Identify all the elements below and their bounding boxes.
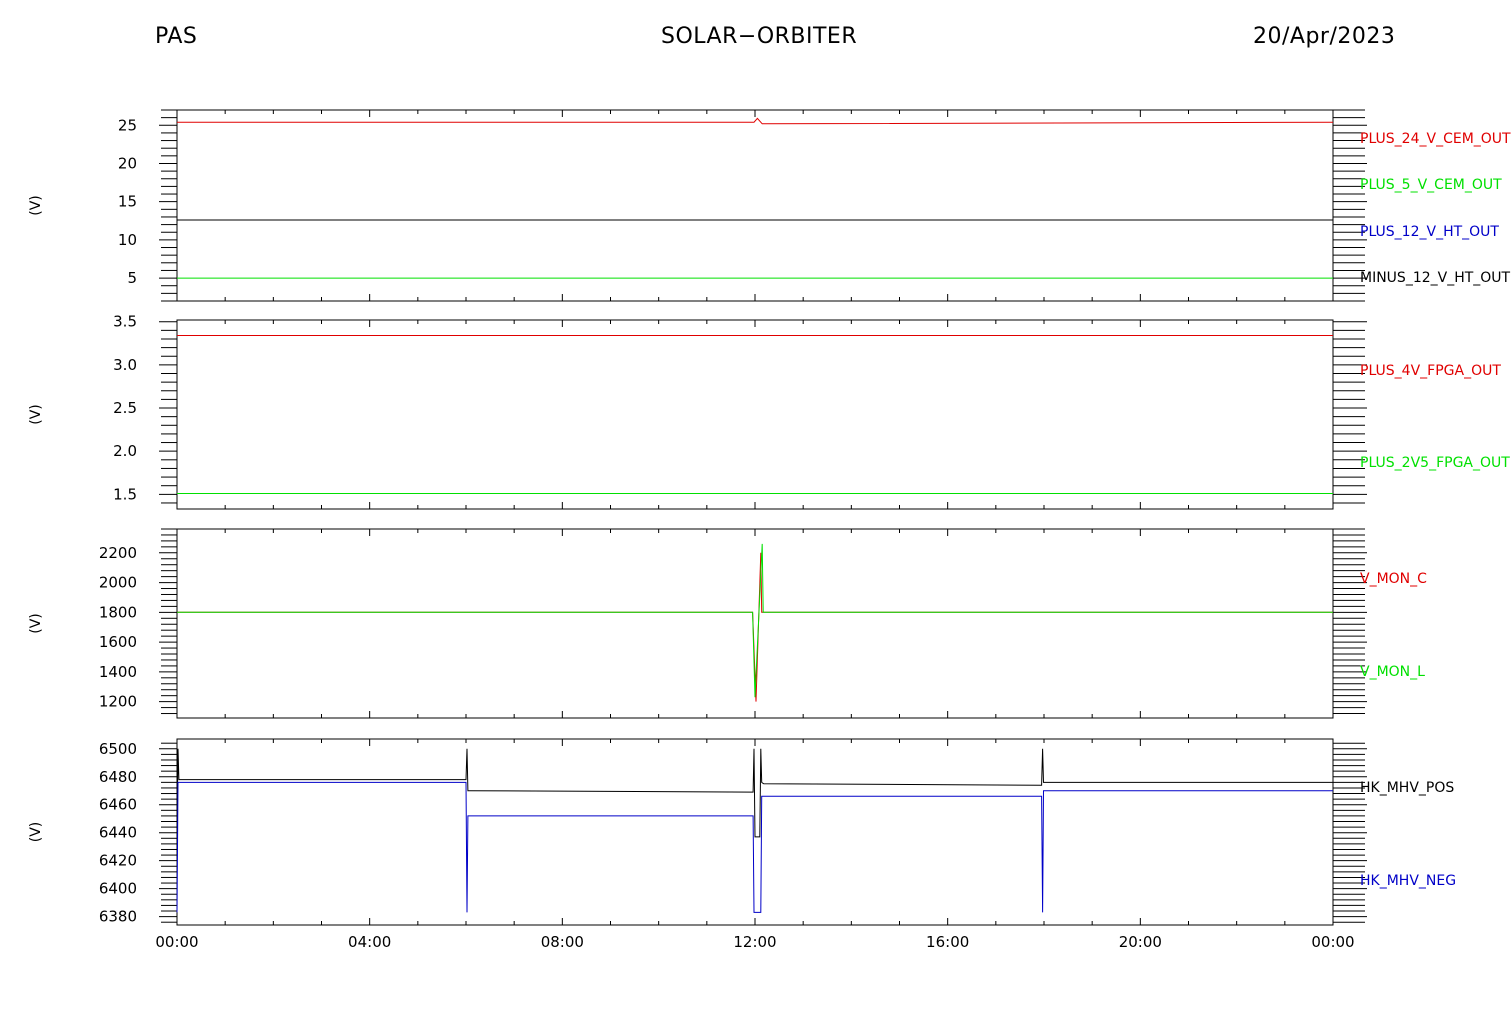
x-tick-label: 04:00 bbox=[348, 933, 391, 951]
series-line-hk-mhv-pos bbox=[176, 748, 1333, 838]
y-tick-label: 1400 bbox=[99, 663, 137, 681]
y-tick-label: 1800 bbox=[99, 603, 137, 621]
y-tick-label: 1200 bbox=[99, 693, 137, 711]
legend-hk-mhv-pos: HK_MHV_POS bbox=[1360, 780, 1454, 796]
y-tick-label: 5 bbox=[127, 269, 137, 287]
y-tick-label: 6440 bbox=[99, 824, 137, 842]
y-tick-label: 20 bbox=[118, 154, 137, 172]
y-axis-label: (V) bbox=[28, 404, 44, 425]
legend-plus-12-v-ht-out: PLUS_12_V_HT_OUT bbox=[1360, 224, 1499, 240]
panel-frame-1 bbox=[176, 109, 1334, 302]
y-tick-label: 2000 bbox=[99, 574, 137, 592]
legend-hk-mhv-neg: HK_MHV_NEG bbox=[1360, 873, 1456, 889]
y-axis-label: (V) bbox=[28, 195, 44, 216]
y-tick-label: 6420 bbox=[99, 852, 137, 870]
y-tick-label: 3.5 bbox=[113, 313, 137, 331]
x-tick-label: 08:00 bbox=[541, 933, 584, 951]
legend-plus-4v-fpga-out: PLUS_4V_FPGA_OUT bbox=[1360, 363, 1501, 379]
x-tick-label: 12:00 bbox=[733, 933, 776, 951]
series-line-plus-24-v-cem-out bbox=[177, 117, 1334, 125]
y-tick-label: 2.5 bbox=[113, 399, 137, 417]
y-tick-label: 15 bbox=[118, 193, 137, 211]
y-axis-label: (V) bbox=[28, 822, 44, 843]
x-tick-label: 00:00 bbox=[1311, 933, 1354, 951]
y-tick-label: 10 bbox=[118, 231, 137, 249]
legend-plus-2v5-fpga-out: PLUS_2V5_FPGA_OUT bbox=[1360, 455, 1510, 471]
y-tick-label: 1.5 bbox=[113, 485, 137, 503]
housekeeping-voltage-plots: 5 10 15 20 25 (V) PLUS_24_V_CEM_OUT PLUS_5_V_CE… bbox=[28, 109, 1511, 951]
y-tick-label: 25 bbox=[118, 116, 137, 134]
x-tick-label: 16:00 bbox=[926, 933, 969, 951]
x-tick-label: 20:00 bbox=[1119, 933, 1162, 951]
y-tick-label: 6480 bbox=[99, 768, 137, 786]
series-line-v-mon-c bbox=[177, 552, 1333, 702]
y-tick-label: 6400 bbox=[99, 880, 137, 898]
y-tick-label: 6380 bbox=[99, 908, 137, 926]
legend-v-mon-l: V_MON_L bbox=[1360, 664, 1425, 680]
panel-frame-2 bbox=[176, 319, 1334, 510]
y-tick-label: 2200 bbox=[99, 544, 137, 562]
y-tick-label: 1600 bbox=[99, 633, 137, 651]
y-tick-label: 6500 bbox=[99, 740, 137, 758]
legend-v-mon-c: V_MON_C bbox=[1360, 571, 1427, 587]
legend-plus-24-v-cem-out: PLUS_24_V_CEM_OUT bbox=[1360, 131, 1511, 147]
y-axis-label: (V) bbox=[28, 613, 44, 634]
y-tick-label: 2.0 bbox=[113, 442, 137, 460]
legend-minus-12-v-ht-out: MINUS_12_V_HT_OUT bbox=[1360, 270, 1511, 286]
y-tick-label: 3.0 bbox=[113, 356, 137, 374]
x-tick-label: 00:00 bbox=[155, 933, 198, 951]
y-tick-label: 6460 bbox=[99, 796, 137, 814]
legend-plus-5-v-cem-out: PLUS_5_V_CEM_OUT bbox=[1360, 177, 1502, 193]
